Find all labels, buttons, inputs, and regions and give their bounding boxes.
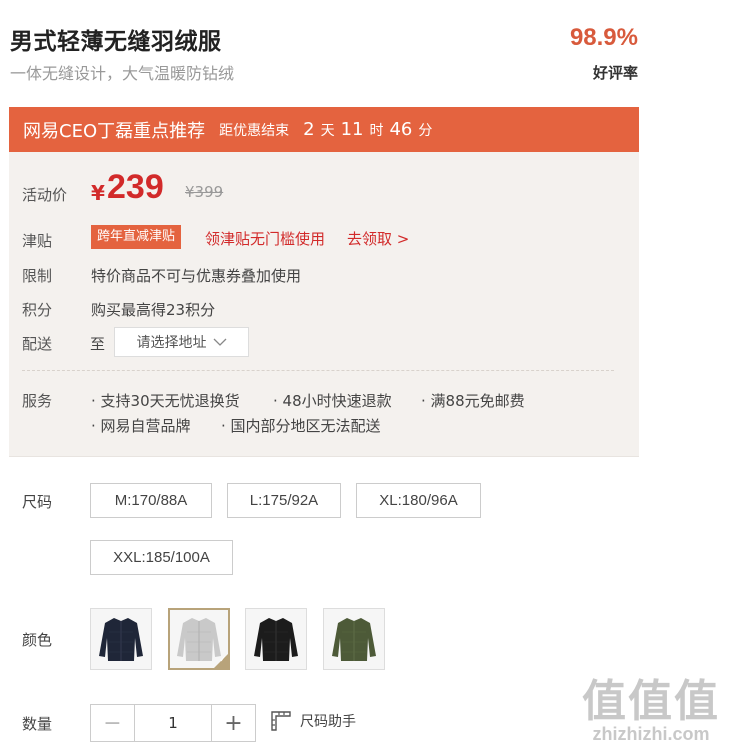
countdown-label: 距优惠结束	[219, 123, 290, 139]
quantity-stepper: − 1 +	[90, 704, 256, 742]
quantity-input[interactable]: 1	[135, 705, 211, 741]
currency-symbol: ¥	[91, 181, 105, 205]
subsidy-text: 领津贴无门槛使用	[205, 230, 326, 248]
address-select[interactable]: 请选择地址	[114, 327, 249, 357]
watermark-url: zhizhizhi.com	[592, 724, 710, 744]
current-price: 239	[107, 168, 164, 206]
size-help-label: 尺码助手	[300, 714, 356, 730]
countdown-days-unit: 天	[320, 123, 335, 139]
subsidy-label: 津贴	[22, 232, 53, 250]
watermark-logo: 值值值	[582, 676, 720, 727]
service-item: · 国内部分地区无法配送	[221, 417, 381, 435]
product-title: 男式轻薄无缝羽绒服	[10, 29, 222, 55]
delivery-label: 配送	[22, 335, 53, 353]
rating-value: 98.9%	[569, 24, 638, 51]
size-help-link[interactable]: 尺码助手	[270, 710, 356, 732]
points-text: 购买最高得23积分	[91, 301, 216, 319]
price-panel: 活动价 ¥ 239 ¥399 津贴 跨年直减津贴 领津贴无门槛使用 去领取 > …	[9, 152, 639, 457]
rating-label: 好评率	[592, 64, 638, 82]
service-item: · 满88元免邮费	[421, 392, 525, 410]
limit-text: 特价商品不可与优惠券叠加使用	[91, 267, 302, 285]
size-option-m[interactable]: M:170/88A	[90, 483, 212, 518]
color-swatch-navy[interactable]	[90, 608, 152, 670]
size-label: 尺码	[22, 493, 53, 511]
divider	[22, 370, 614, 371]
subsidy-tag: 跨年直减津贴	[91, 225, 182, 249]
jacket-navy-image	[99, 618, 143, 661]
services-label: 服务	[22, 392, 53, 410]
countdown-minutes: 46	[389, 119, 413, 140]
service-item: · 网易自营品牌	[91, 417, 191, 435]
address-placeholder: 请选择地址	[136, 335, 207, 351]
delivery-to: 至	[90, 335, 106, 353]
size-option-xxl[interactable]: XXL:185/100A	[90, 540, 233, 575]
countdown-minutes-unit: 分	[418, 123, 433, 139]
ruler-icon	[271, 711, 291, 731]
service-item: · 支持30天无忧退换货	[91, 392, 240, 410]
selected-check-icon	[213, 653, 229, 669]
product-subtitle: 一体无缝设计，大气温暖防钻绒	[10, 64, 235, 83]
jacket-black-image	[254, 618, 298, 661]
color-label: 颜色	[22, 631, 53, 649]
color-swatch-black[interactable]	[245, 608, 307, 670]
increase-button[interactable]: +	[211, 705, 255, 741]
quantity-label: 数量	[22, 715, 53, 733]
promo-title: 网易CEO丁磊重点推荐	[23, 120, 206, 142]
countdown-hours: 11	[340, 119, 364, 140]
size-option-xl[interactable]: XL:180/96A	[356, 483, 481, 518]
claim-subsidy-link[interactable]: 去领取 >	[347, 228, 409, 249]
color-swatch-light-gray[interactable]	[168, 608, 230, 670]
original-price: ¥399	[185, 183, 224, 201]
watermark: 值值值 zhizhizhi.com	[582, 680, 720, 745]
service-item: · 48小时快速退款	[273, 392, 392, 410]
size-option-l[interactable]: L:175/92A	[227, 483, 341, 518]
color-swatch-olive-green[interactable]	[323, 608, 385, 670]
countdown: 距优惠结束 2 天 11 时 46 分	[219, 119, 432, 140]
decrease-button[interactable]: −	[91, 705, 135, 741]
countdown-hours-unit: 时	[369, 123, 384, 139]
countdown-days: 2	[303, 119, 315, 140]
chevron-down-icon	[213, 338, 226, 346]
promo-banner: 网易CEO丁磊重点推荐 距优惠结束 2 天 11 时 46 分	[9, 107, 639, 152]
jacket-green-image	[332, 618, 376, 661]
points-label: 积分	[22, 301, 53, 319]
limit-label: 限制	[22, 267, 53, 285]
price-label: 活动价	[22, 186, 68, 204]
